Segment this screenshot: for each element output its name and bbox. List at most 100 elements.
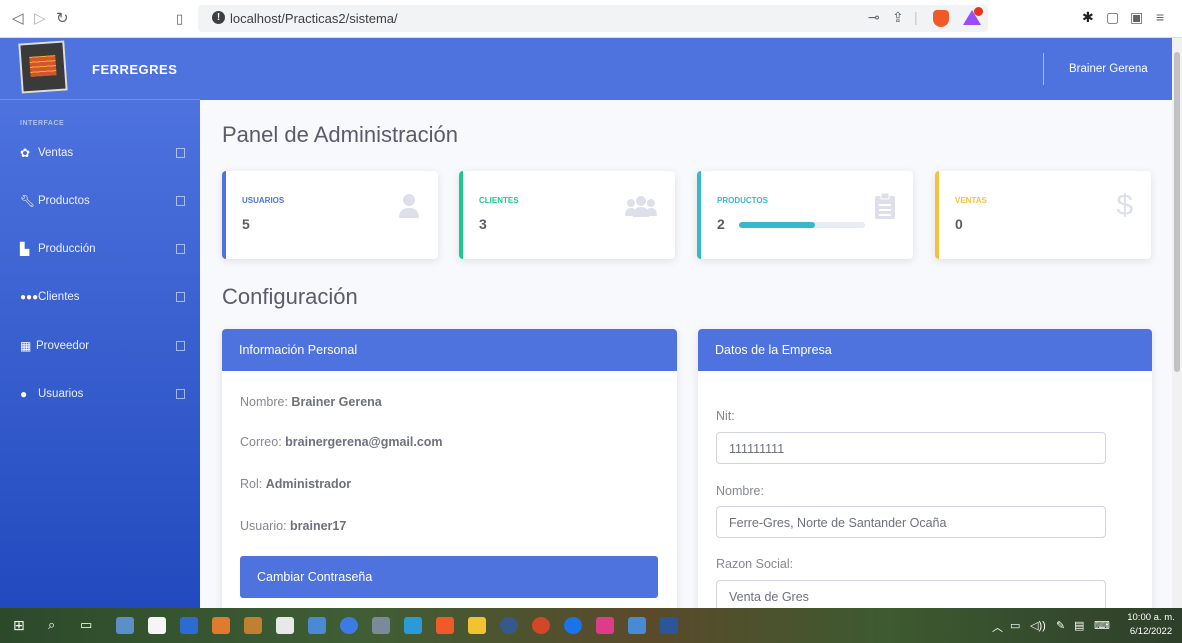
info-username: Usuario: brainer17 — [240, 519, 347, 533]
main-content: Panel de Administración USUARIOS 5 CLIEN… — [200, 100, 1172, 608]
taskbar-clock[interactable]: 10:00 a. m. 6/12/2022 — [1124, 611, 1178, 639]
gear-icon: ✿ — [20, 146, 31, 160]
progress-bar — [739, 222, 865, 228]
sidebar-item-label: Ventas — [38, 147, 74, 159]
keyboard-icon[interactable]: ⌨ — [1094, 619, 1110, 632]
key-icon[interactable]: ⊸ — [868, 9, 880, 26]
sidebar-brand[interactable]: FERREGRES — [0, 38, 200, 100]
card-value: 0 — [955, 216, 963, 232]
taskbar-app-icon[interactable] — [308, 617, 326, 634]
clock-time: 10:00 a. m. — [1127, 612, 1175, 623]
windows-taskbar: ⊞ ⌕ ▭ ︿ ▭ ◁)) ✎ ▤ ⌨ 10:00 a. m. 6/12/202… — [0, 608, 1182, 643]
vscode-icon[interactable] — [404, 617, 422, 634]
bookmark-icon[interactable]: ▯ — [176, 11, 183, 27]
sidebar-item-label: Producción — [38, 243, 96, 255]
sidebar-item-productos[interactable]: 🔧︎ Productos — [0, 187, 200, 217]
sidebar-item-label: Proveedor — [36, 340, 90, 352]
user-icon: ● — [20, 387, 28, 401]
extensions-icon[interactable]: ✱ — [1082, 9, 1094, 26]
card-value: 5 — [242, 216, 250, 232]
brand-logo — [18, 40, 68, 94]
clock-date: 6/12/2022 — [1129, 626, 1173, 637]
sidebar-heading: INTERFACE — [20, 120, 65, 127]
sidebar-item-label: Usuarios — [38, 388, 84, 400]
calculator-icon[interactable] — [276, 617, 294, 634]
user-menu[interactable]: Brainer Gerena — [1069, 63, 1148, 75]
sidebar-item-clientes[interactable]: ●●● Clientes — [0, 283, 200, 313]
building-icon: ▦ — [20, 339, 32, 353]
taskbar-app-icon[interactable] — [340, 617, 358, 634]
chevron-icon — [176, 389, 185, 399]
info-name: Nombre: Brainer Gerena — [240, 395, 382, 409]
card-productos: PRODUCTOS 2 — [697, 171, 913, 259]
sidebar-item-usuarios[interactable]: ● Usuarios — [0, 380, 200, 410]
taskbar-app-icon[interactable] — [372, 617, 390, 634]
sidebar-item-label: Productos — [38, 195, 90, 207]
nombre-field[interactable]: Ferre-Gres, Norte de Santander Ocaña — [716, 506, 1106, 538]
card-value: 2 — [717, 216, 725, 232]
nit-field[interactable]: 111111111 — [716, 432, 1106, 464]
separator: | — [914, 9, 918, 25]
taskbar-app-icon[interactable] — [596, 617, 614, 634]
scrollbar-thumb[interactable] — [1174, 52, 1180, 372]
store-icon[interactable] — [148, 617, 166, 634]
chevron-icon — [176, 341, 185, 351]
chevron-icon — [176, 292, 185, 302]
taskbar-app-icon[interactable] — [564, 617, 582, 634]
sidebar: FERREGRES INTERFACE ✿ Ventas 🔧︎ Producto… — [0, 38, 200, 608]
panel-header: Información Personal — [222, 329, 677, 371]
taskbar-app-icon[interactable] — [212, 617, 230, 634]
site-info-icon[interactable]: ! — [212, 11, 225, 24]
taskbar-app-icon[interactable] — [116, 617, 134, 634]
clipboard-icon — [875, 192, 895, 226]
chevron-icon — [176, 148, 185, 158]
task-view-icon[interactable]: ▭ — [80, 617, 92, 633]
file-explorer-icon[interactable] — [468, 617, 486, 634]
wallet-icon[interactable]: ▣ — [1130, 9, 1143, 26]
topbar: Brainer Gerena — [200, 38, 1172, 100]
change-password-button[interactable]: Cambiar Contraseña — [240, 556, 658, 598]
users-icon: ●●● — [20, 292, 39, 303]
razon-social-field[interactable]: Venta de Gres — [716, 580, 1106, 608]
company-data-panel: Datos de la Empresa Nit: 111111111 Nombr… — [698, 329, 1152, 608]
address-text[interactable]: localhost/Practicas2/sistema/ — [230, 11, 398, 26]
word-icon[interactable] — [660, 617, 678, 634]
taskbar-app-icon[interactable] — [500, 617, 518, 634]
sidebar-item-produccion[interactable]: ▙ Producción — [0, 235, 200, 265]
sidebar-item-proveedor[interactable]: ▦ Proveedor — [0, 332, 200, 362]
menu-icon[interactable]: ≡ — [1156, 9, 1164, 25]
network-icon[interactable]: ▭ — [1010, 619, 1020, 632]
language-icon[interactable]: ▤ — [1074, 619, 1084, 632]
taskbar-app-icon[interactable] — [244, 617, 262, 634]
brave-icon[interactable] — [436, 617, 454, 634]
card-clientes: CLIENTES 3 — [459, 171, 675, 259]
card-usuarios: USUARIOS 5 — [222, 171, 438, 259]
nombre-label: Nombre: — [716, 484, 764, 498]
share-icon[interactable]: ⇪ — [892, 9, 904, 26]
razon-social-label: Razon Social: — [716, 557, 794, 571]
config-title: Configuración — [222, 284, 358, 309]
card-ventas: VENTAS 0 $ — [935, 171, 1151, 259]
progress-fill — [739, 222, 815, 228]
tray-chevron-icon[interactable]: ︿ — [992, 619, 1003, 635]
sidebar-toggle-icon[interactable]: ▢ — [1106, 9, 1119, 26]
pen-icon[interactable]: ✎ — [1056, 619, 1065, 632]
card-label: CLIENTES — [479, 196, 519, 205]
taskbar-app-icon[interactable] — [628, 617, 646, 634]
users-icon — [625, 193, 657, 224]
sidebar-item-ventas[interactable]: ✿ Ventas — [0, 139, 200, 169]
brave-shield-icon[interactable] — [933, 10, 949, 27]
search-icon[interactable]: ⌕ — [48, 617, 55, 633]
powerpoint-icon[interactable] — [532, 617, 550, 634]
taskbar-app-icon[interactable] — [180, 617, 198, 634]
dollar-icon: $ — [1116, 189, 1133, 222]
card-label: PRODUCTOS — [717, 196, 768, 205]
info-role: Rol: Administrador — [240, 477, 352, 491]
nit-label: Nit: — [716, 409, 735, 423]
reload-icon[interactable]: ↻ — [56, 9, 69, 27]
windows-start-icon[interactable]: ⊞ — [13, 617, 25, 634]
info-email: Correo: brainergerena@gmail.com — [240, 435, 443, 449]
volume-icon[interactable]: ◁)) — [1030, 619, 1046, 632]
forward-icon[interactable]: ▷ — [34, 9, 46, 27]
back-icon[interactable]: ◁ — [12, 9, 24, 27]
